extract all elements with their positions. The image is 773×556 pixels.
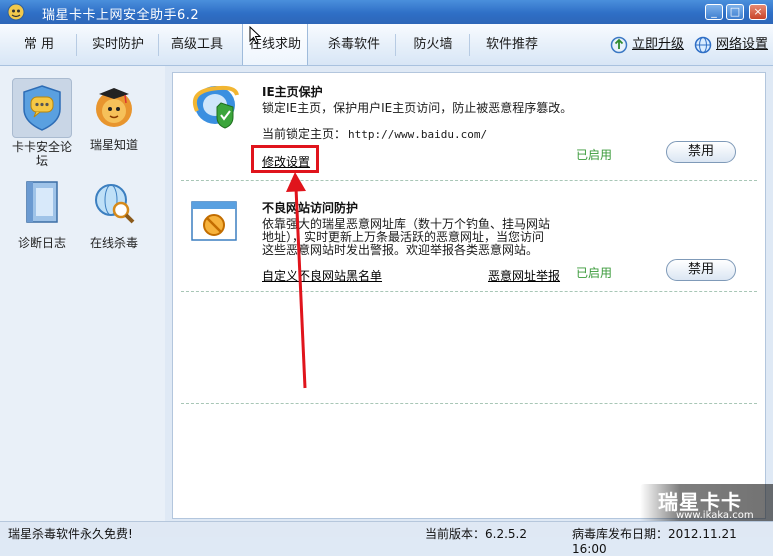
status-free-message: 瑞星杀毒软件永久免费! <box>8 527 133 541</box>
status-virus-db-date: 病毒库发布日期：2012.11.21 16:00 <box>572 527 737 556</box>
network-globe-icon <box>694 36 712 54</box>
mascot-lion-icon <box>96 88 132 127</box>
bad-website-description-line-2: 地址），实时更新上万条最活跃的恶意网址，当您访问 <box>262 230 545 244</box>
sidebar-item-forum[interactable]: 卡卡安全论坛 <box>7 78 77 168</box>
forum-chat-icon <box>23 85 61 131</box>
bad-website-description-line-3: 这些恶意网站时发出警报。欢迎举报各类恶意网站。 <box>262 243 539 257</box>
sidebar-label-forum: 卡卡安全论坛 <box>11 140 72 168</box>
highlight-box <box>251 145 319 173</box>
upgrade-label: 立即升级 <box>632 37 685 52</box>
network-settings-link[interactable]: 网络设置 <box>694 36 769 54</box>
network-settings-label: 网络设置 <box>716 37 769 52</box>
upgrade-link[interactable]: 立即升级 <box>610 36 685 54</box>
left-sidebar: 卡卡安全论坛 瑞星知道 诊断日志 在线杀毒 <box>0 66 165 521</box>
ie-protection-title: IE主页保护 <box>262 85 323 99</box>
current-home-label: 当前锁定主页： <box>262 127 347 141</box>
section-divider <box>181 403 757 404</box>
bad-website-title: 不良网站访问防护 <box>262 201 359 215</box>
sidebar-item-online-scan[interactable]: 在线杀毒 <box>79 176 149 250</box>
ie-protection-disable-button[interactable]: 禁用 <box>666 141 736 163</box>
status-bar: 瑞星杀毒软件永久免费! 当前版本：6.2.5.2 病毒库发布日期：2012.11… <box>0 521 773 556</box>
ie-protection-description: 锁定IE主页，保护用户IE主页访问，防止被恶意程序篡改。 <box>262 101 573 115</box>
brand-watermark: 瑞星卡卡 www.ikaka.com <box>640 484 773 524</box>
tab-software-recommend[interactable]: 软件推荐 <box>478 24 546 65</box>
tab-separator <box>395 34 396 56</box>
title-bar: 瑞星卡卡上网安全助手6.2 _ □ × <box>0 0 773 24</box>
mouse-cursor-icon <box>249 26 261 44</box>
sidebar-label-online-scan: 在线杀毒 <box>89 236 138 250</box>
upgrade-icon <box>610 36 628 54</box>
tab-separator <box>76 34 77 56</box>
tab-realtime-protection[interactable]: 实时防护 <box>84 24 152 65</box>
sidebar-item-diagnostic-log[interactable]: 诊断日志 <box>7 176 77 250</box>
main-tab-bar: 常 用 实时防护 高级工具 在线求助 杀毒软件 防火墙 软件推荐 立即升级 网络… <box>0 24 773 66</box>
report-malicious-url-link[interactable]: 恶意网址举报 <box>488 267 560 284</box>
tab-common[interactable]: 常 用 <box>8 24 70 65</box>
bad-website-disable-button[interactable]: 禁用 <box>666 259 736 281</box>
online-scan-icon <box>95 184 135 224</box>
bad-website-status: 已启用 <box>576 266 613 280</box>
log-book-icon <box>26 181 58 223</box>
tab-antivirus-software[interactable]: 杀毒软件 <box>320 24 388 65</box>
tab-advanced-tools[interactable]: 高级工具 <box>164 24 230 65</box>
tab-separator <box>158 34 159 56</box>
main-panel: IE主页保护 锁定IE主页，保护用户IE主页访问，防止被恶意程序篡改。 当前锁定… <box>172 72 766 519</box>
current-home-value: http://www.baidu.com/ <box>348 128 488 141</box>
bad-website-description-line-1: 依靠强大的瑞星恶意网址库（数十万个钓鱼、挂马网站 <box>262 217 551 231</box>
section-divider <box>181 180 757 181</box>
sidebar-label-rising-zhidao: 瑞星知道 <box>89 138 138 152</box>
watermark-url: www.ikaka.com <box>676 510 754 521</box>
section-divider <box>181 291 757 292</box>
sidebar-item-rising-zhidao[interactable]: 瑞星知道 <box>79 78 149 152</box>
window-title: 瑞星卡卡上网安全助手6.2 <box>42 8 200 23</box>
tab-separator <box>469 34 470 56</box>
maximize-button[interactable]: □ <box>726 4 744 20</box>
ie-shield-icon <box>192 85 239 129</box>
status-version: 当前版本：6.2.5.2 <box>425 527 527 541</box>
ie-protection-status: 已启用 <box>576 148 613 162</box>
tab-firewall[interactable]: 防火墙 <box>404 24 462 65</box>
blocked-site-icon <box>191 201 237 241</box>
sidebar-label-diagnostic-log: 诊断日志 <box>17 236 66 250</box>
app-logo-icon <box>7 3 25 21</box>
close-button[interactable]: × <box>749 4 767 20</box>
minimize-button[interactable]: _ <box>705 4 723 20</box>
custom-blacklist-link[interactable]: 自定义不良网站黑名单 <box>262 267 382 284</box>
